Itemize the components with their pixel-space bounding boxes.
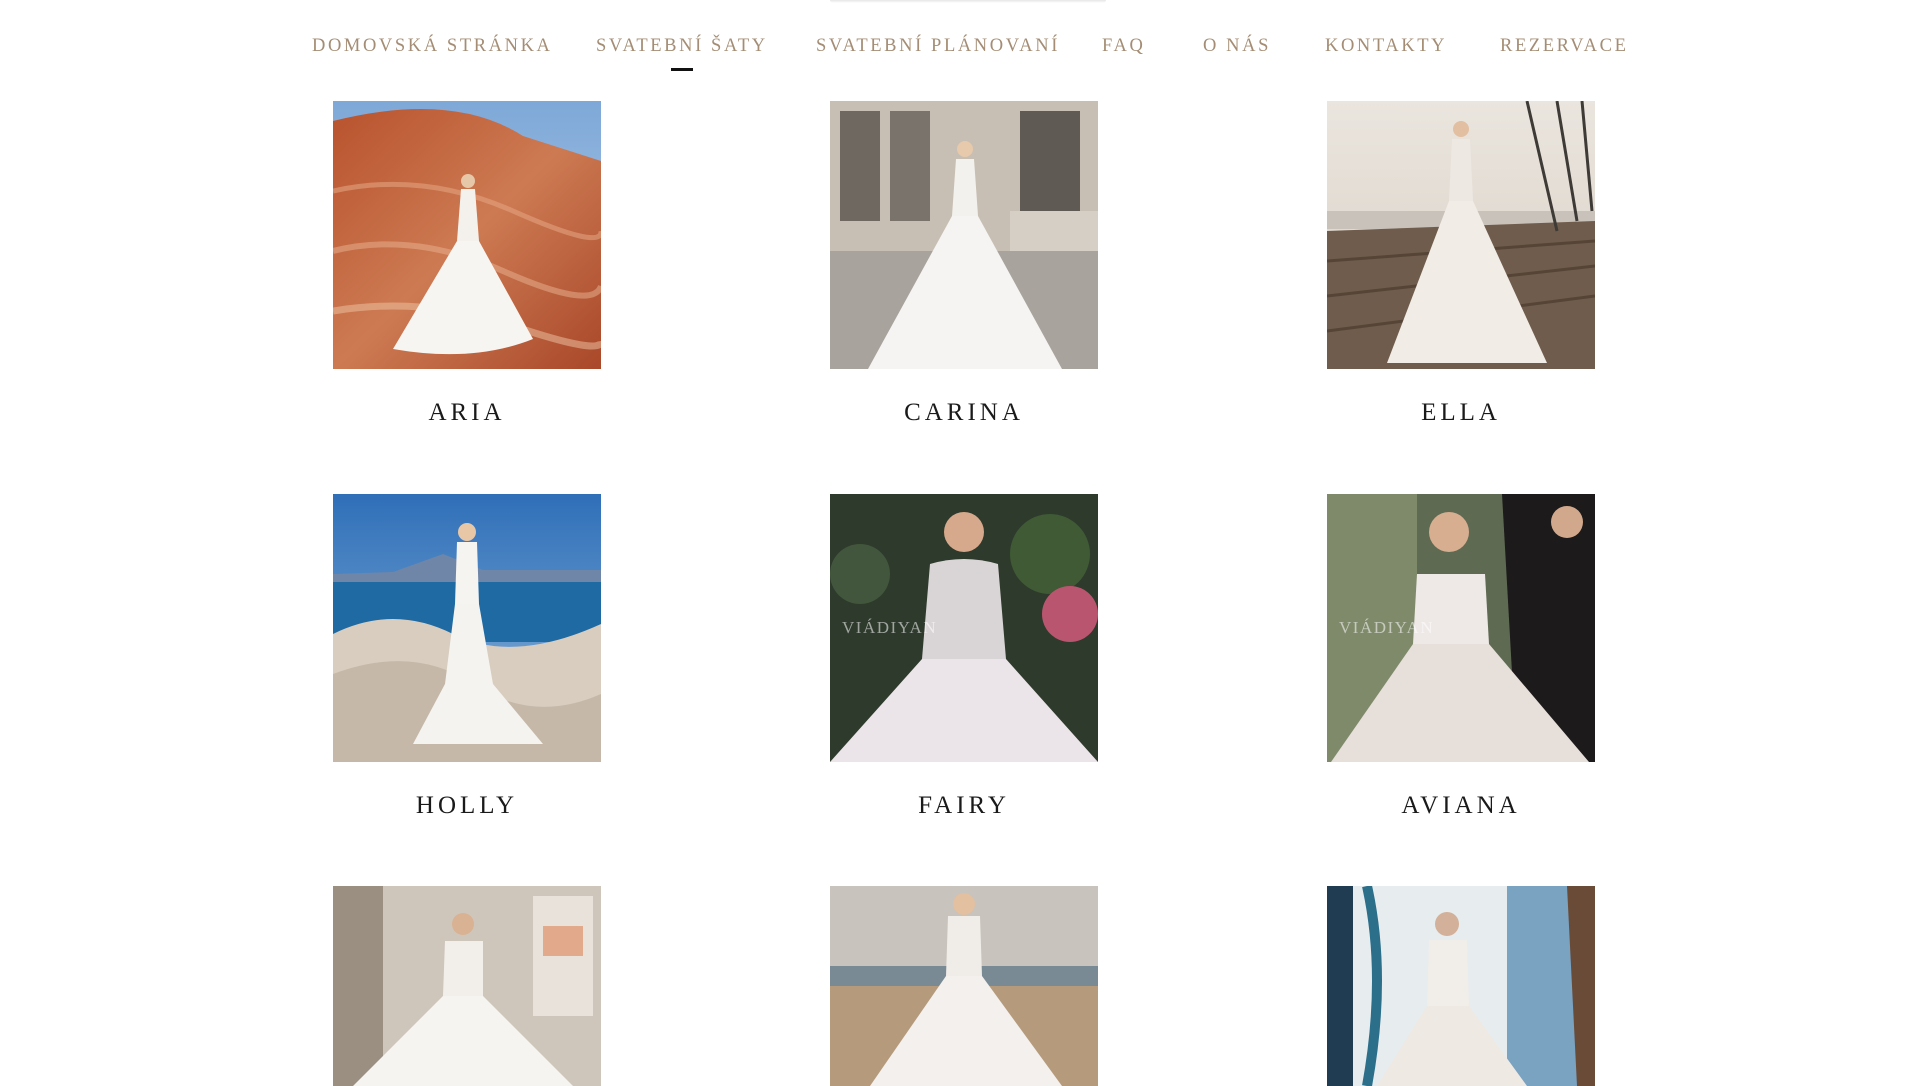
dress-grid: ARIA CARINA ELLA HOLLY VIÁDIYAN FAIRY VI… (0, 0, 1920, 1086)
dress-photo[interactable] (333, 101, 601, 369)
dress-card-row3-3[interactable] (1327, 886, 1595, 1086)
dress-card-row3-1[interactable] (333, 886, 601, 1086)
dress-name[interactable]: AVIANA (1327, 792, 1595, 820)
dress-photo[interactable] (333, 494, 601, 762)
dress-card-row3-2[interactable] (830, 886, 1098, 1086)
dress-image-row3-2 (830, 886, 1098, 1086)
dress-card-carina[interactable]: CARINA (830, 101, 1098, 427)
dress-name[interactable]: FAIRY (830, 792, 1098, 820)
dress-image-holly (333, 494, 601, 762)
dress-card-ella[interactable]: ELLA (1327, 101, 1595, 427)
dress-name[interactable]: CARINA (830, 399, 1098, 427)
dress-image-row3-3 (1327, 886, 1595, 1086)
dress-image-aviana (1327, 494, 1595, 762)
dress-photo[interactable] (1327, 101, 1595, 369)
dress-card-holly[interactable]: HOLLY (333, 494, 601, 820)
dress-name[interactable]: HOLLY (333, 792, 601, 820)
dress-photo[interactable]: VIÁDIYAN (830, 494, 1098, 762)
dress-card-fairy[interactable]: VIÁDIYAN FAIRY (830, 494, 1098, 820)
dress-image-carina (830, 101, 1098, 369)
dress-image-aria (333, 101, 601, 369)
dress-image-row3-1 (333, 886, 601, 1086)
dress-photo[interactable] (1327, 886, 1595, 1086)
dress-name[interactable]: ARIA (333, 399, 601, 427)
dress-image-fairy (830, 494, 1098, 762)
dress-photo[interactable] (830, 886, 1098, 1086)
dress-card-aria[interactable]: ARIA (333, 101, 601, 427)
dress-photo[interactable]: VIÁDIYAN (1327, 494, 1595, 762)
dress-photo[interactable] (830, 101, 1098, 369)
dress-photo[interactable] (333, 886, 601, 1086)
dress-image-ella (1327, 101, 1595, 369)
dress-name[interactable]: ELLA (1327, 399, 1595, 427)
dress-card-aviana[interactable]: VIÁDIYAN AVIANA (1327, 494, 1595, 820)
